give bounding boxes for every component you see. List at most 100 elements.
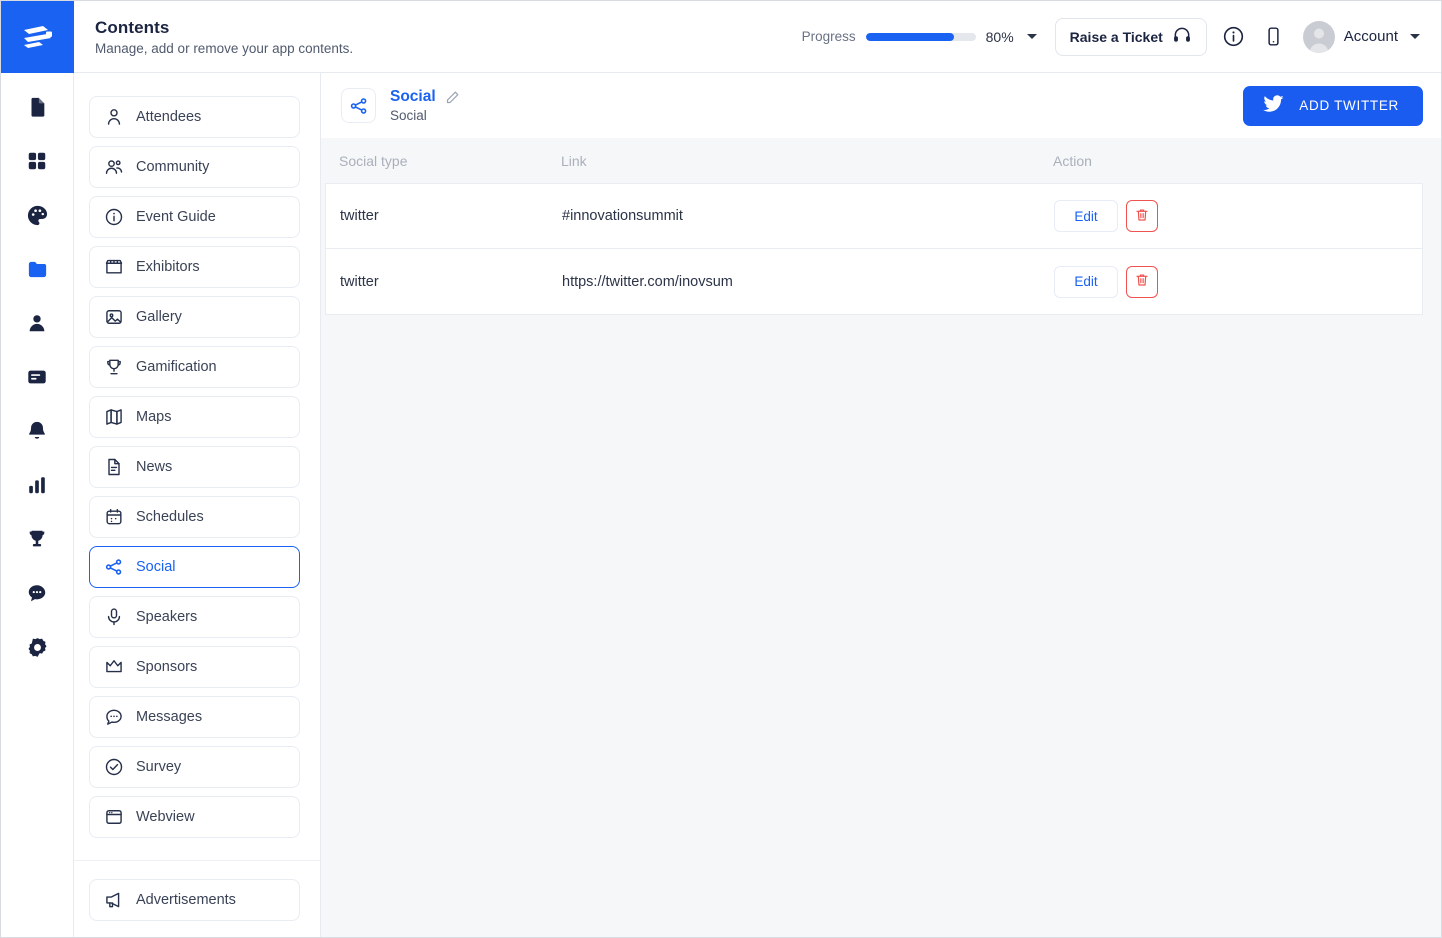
sidebar-item-sponsors[interactable]: Sponsors [89,646,300,688]
share-icon [341,88,376,123]
sidebar-item-label: Community [136,159,210,175]
table-row: twitter https://twitter.com/inovsum Edit [326,249,1422,314]
avatar [1302,20,1335,53]
sidebar-item-gallery[interactable]: Gallery [89,296,300,338]
page-title: Contents [95,17,170,37]
sidebar-item-webview[interactable]: Webview [89,796,300,838]
column-header-social-type: Social type [339,152,408,169]
contents-sidebar-list: Attendees Community Event Guide Exhibitors G… [74,73,320,838]
sidebar-item-label: Maps [136,409,172,425]
sidebar-item-community[interactable]: Community [89,146,300,188]
edit-button[interactable]: Edit [1054,200,1118,232]
account-label: Account [1343,28,1398,45]
rail-item-document[interactable] [23,93,51,121]
account-chevron-down-icon[interactable] [1410,34,1420,39]
rail-item-notifications[interactable] [23,417,51,445]
add-twitter-button[interactable]: ADD TWITTER [1243,85,1423,126]
sidebar-item-label: Speakers [136,609,198,625]
column-header-action: Action [1053,152,1092,169]
rail-item-appearance[interactable] [23,201,51,229]
edit-button[interactable]: Edit [1054,265,1118,298]
app-logo-icon [23,26,52,48]
account-menu[interactable]: Account [1302,20,1420,53]
share-icon [104,557,124,577]
raise-ticket-button[interactable]: Raise a Ticket [1054,17,1207,56]
entity-header: Social Social ADD TWITTER [321,73,1441,138]
cell-social-type: twitter [340,273,379,290]
sidebar-divider [74,860,320,861]
page-subtitle: Manage, add or remove your app contents. [95,40,354,56]
header-titles: Contents Manage, add or remove your app … [74,18,353,56]
map-icon [104,407,124,427]
entity-title: Social [390,88,436,105]
app-logo[interactable] [1,1,74,73]
sidebar-item-schedules[interactable]: Schedules [89,496,300,538]
delete-button[interactable] [1126,265,1158,298]
trash-icon [1134,207,1150,226]
progress-bar-fill [865,32,954,41]
rail-item-contents[interactable] [23,255,51,283]
pencil-icon[interactable] [445,90,460,105]
sidebar-item-label: Sponsors [136,659,198,675]
sidebar-item-messages[interactable]: Messages [89,696,300,738]
top-header: Contents Manage, add or remove your app … [74,1,1441,73]
cell-link: #innovationsummit [562,208,683,224]
cell-action: Edit [1054,200,1422,232]
person-icon [104,107,124,127]
left-nav-rail [1,1,74,937]
progress-label: Progress [801,29,856,44]
progress-indicator: Progress 80% [802,29,1037,45]
sidebar-item-survey[interactable]: Survey [89,746,300,788]
sidebar-item-label: Messages [136,709,203,725]
entity-title-row: Social [390,88,460,106]
rail-item-dashboard[interactable] [23,147,51,175]
rail-item-cards[interactable] [23,363,51,391]
app-window: Contents Manage, add or remove your app … [0,0,1442,938]
table-header-row: Social type Link Action [321,138,1441,183]
sidebar-item-label: Advertisements [136,892,236,908]
trash-icon [1134,272,1150,291]
sidebar-item-attendees[interactable]: Attendees [89,96,300,138]
twitter-icon [1263,95,1284,116]
megaphone-icon [104,890,124,910]
microphone-icon [104,607,124,627]
contents-sidebar-footer: Advertisements [74,879,320,921]
sidebar-item-gamification[interactable]: Gamification [89,346,300,388]
main-content: Social Social ADD TWITTER Social type Li… [321,73,1441,937]
rail-item-messages[interactable] [23,579,51,607]
sidebar-item-event-guide[interactable]: Event Guide [89,196,300,238]
sidebar-item-speakers[interactable]: Speakers [89,596,300,638]
crown-icon [104,657,124,677]
rail-item-gamification[interactable] [23,525,51,553]
raise-ticket-label: Raise a Ticket [1069,28,1163,45]
sidebar-item-news[interactable]: News [89,446,300,488]
sidebar-item-label: Survey [136,759,182,775]
table-row: twitter #innovationsummit Edit [326,184,1422,249]
sidebar-item-maps[interactable]: Maps [89,396,300,438]
entity-subtitle: Social [390,108,427,123]
info-icon [104,207,124,227]
sidebar-item-social[interactable]: Social [89,546,300,588]
cell-action: Edit [1054,265,1422,298]
cell-social-type: twitter [340,208,379,224]
header-actions: Progress 80% Raise a Ticket Account [802,17,1441,56]
progress-bar [865,32,976,41]
sidebar-item-advertisements[interactable]: Advertisements [89,879,300,921]
sidebar-item-label: Social [136,559,176,575]
rail-item-analytics[interactable] [23,471,51,499]
mobile-icon[interactable] [1261,24,1287,50]
news-icon [104,457,124,477]
column-header-link: Link [561,152,587,169]
sidebar-item-exhibitors[interactable]: Exhibitors [89,246,300,288]
people-icon [104,157,124,177]
delete-button[interactable] [1126,200,1158,232]
progress-chevron-down-icon[interactable] [1026,34,1037,39]
info-icon[interactable] [1221,24,1247,50]
rail-item-settings[interactable] [23,633,51,661]
rail-item-attendees[interactable] [23,309,51,337]
chat-icon [104,707,124,727]
sidebar-item-label: Event Guide [136,209,216,225]
calendar-icon [104,507,124,527]
avatar-person-icon [1309,28,1329,53]
trophy-icon [104,357,124,377]
